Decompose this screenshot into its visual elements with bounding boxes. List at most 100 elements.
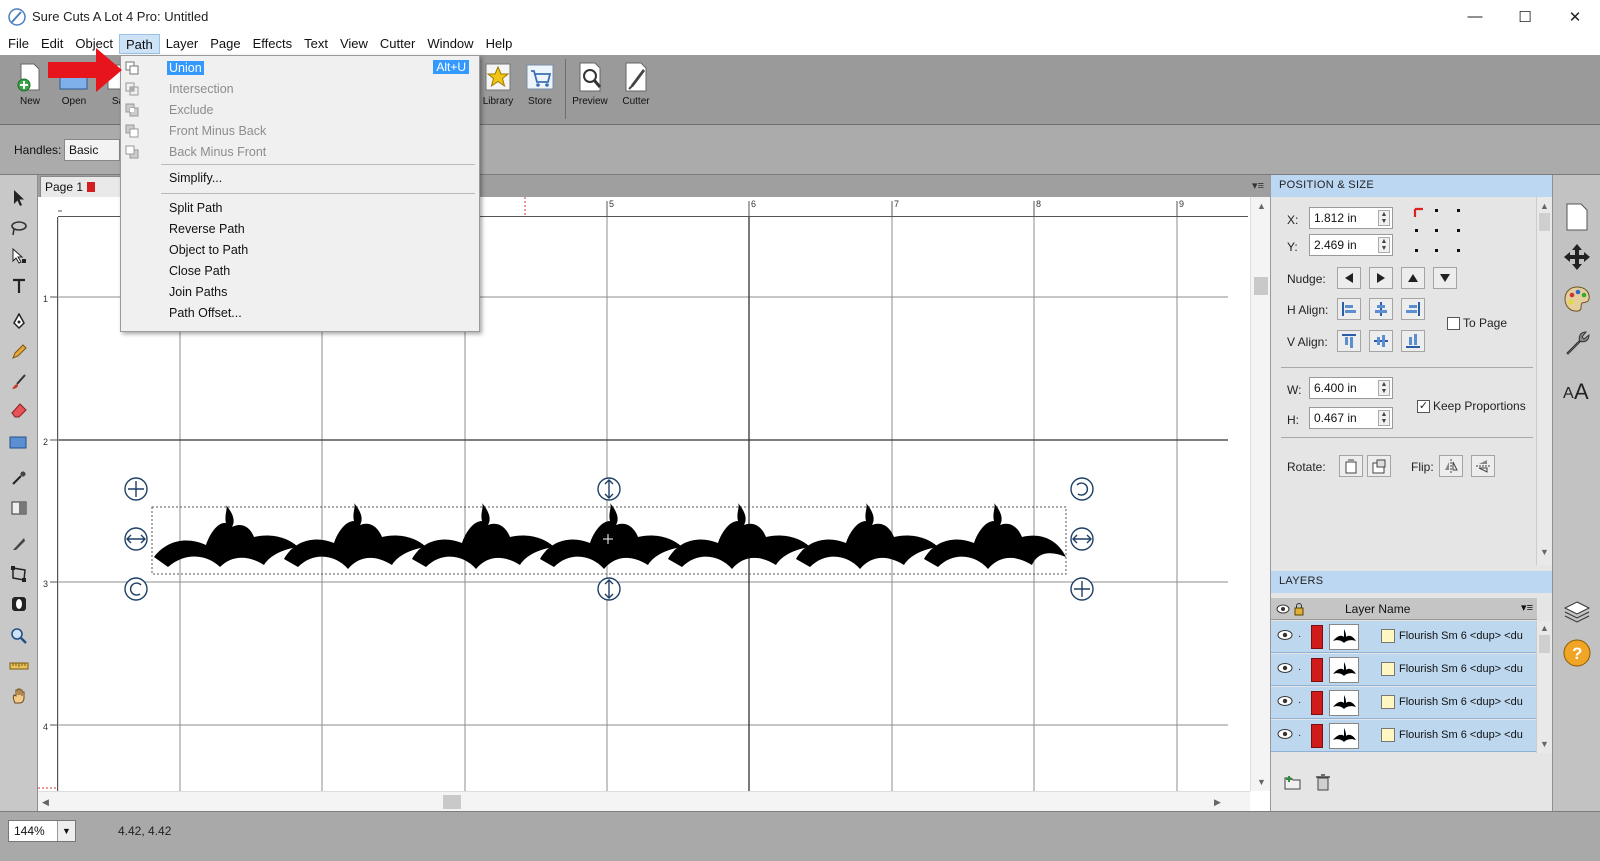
layer-color-swatch[interactable] [1311, 625, 1323, 649]
hand-pan-tool-icon[interactable] [6, 683, 32, 709]
scroll-right-icon[interactable]: ▶ [1214, 797, 1221, 808]
shape-tool-icon[interactable] [6, 429, 32, 455]
layer-lock-dot[interactable]: · [1298, 697, 1301, 708]
menu-window[interactable]: Window [421, 34, 479, 54]
menu-item-exclude[interactable]: Exclude [121, 100, 479, 121]
layer-row[interactable]: · Flourish Sm 6 <dup> <du [1271, 687, 1537, 719]
width-field[interactable]: 6.400 in ▲ ▼ [1309, 377, 1393, 399]
menu-item-union[interactable]: Union Alt+U [121, 58, 479, 79]
layer-lock-dot[interactable]: · [1298, 664, 1301, 675]
menu-item-join-paths[interactable]: Join Paths [121, 282, 479, 303]
add-layer-icon[interactable] [1283, 773, 1303, 791]
scroll-down-icon[interactable]: ▼ [1257, 777, 1266, 787]
minimize-button[interactable]: — [1450, 0, 1500, 33]
layers-scroll-thumb[interactable] [1539, 635, 1550, 653]
layer-lock-dot[interactable]: · [1298, 631, 1301, 642]
resize-right-handle-icon[interactable] [1070, 527, 1094, 551]
node-edit-tool-icon[interactable] [6, 243, 32, 269]
close-button[interactable]: ✕ [1550, 0, 1600, 33]
weld-tool-icon[interactable] [6, 591, 32, 617]
position-panel-scrollbar[interactable]: ▲ ▼ [1536, 197, 1552, 565]
position-move-panel-icon[interactable] [1561, 241, 1593, 273]
menu-view[interactable]: View [334, 34, 374, 54]
resize-bottom-handle-icon[interactable] [597, 577, 621, 601]
align-middle-v-icon[interactable] [1369, 330, 1393, 352]
text-panel-icon[interactable]: AA [1561, 373, 1593, 405]
menu-item-path-offset[interactable]: Path Offset... [121, 303, 479, 324]
layer-visibility-eye-icon[interactable] [1277, 728, 1293, 740]
layer-visibility-eye-icon[interactable] [1277, 662, 1293, 674]
menu-item-object-to-path[interactable]: Object to Path [121, 240, 479, 261]
path-tool-icon[interactable] [6, 561, 32, 587]
scale-corner-handle-icon[interactable] [1070, 577, 1094, 601]
ruler-tool-icon[interactable] [6, 653, 32, 679]
x-field[interactable]: 1.812 in ▲ ▼ [1309, 207, 1393, 229]
align-right-icon[interactable] [1401, 298, 1425, 320]
store-button[interactable]: Store [518, 61, 562, 119]
vertical-scroll-thumb[interactable] [1254, 277, 1268, 295]
nudge-right-icon[interactable] [1369, 267, 1393, 289]
panel-scroll-thumb[interactable] [1539, 213, 1550, 231]
delete-layer-trash-icon[interactable] [1315, 773, 1331, 791]
layer-row[interactable]: · Flourish Sm 6 <dup> <du [1271, 720, 1537, 752]
menu-item-front-minus-back[interactable]: Front Minus Back [121, 121, 479, 142]
layers-scroll-up-icon[interactable]: ▲ [1540, 623, 1549, 633]
tools-wrench-panel-icon[interactable] [1561, 327, 1593, 359]
rotate-top-right-handle-icon[interactable] [1070, 477, 1094, 501]
page-tab[interactable]: Page 1 [40, 176, 122, 197]
panel-menu-icon[interactable]: ▾≡ [1252, 179, 1264, 192]
document-panel-icon[interactable] [1561, 201, 1593, 233]
cutter-button[interactable]: Cutter [614, 61, 658, 119]
panel-scroll-down-icon[interactable]: ▼ [1540, 547, 1549, 557]
zoom-dropdown-chevron-icon[interactable]: ▼ [57, 821, 75, 841]
resize-left-handle-icon[interactable] [124, 527, 148, 551]
menu-item-simplify[interactable]: Simplify... [121, 168, 479, 189]
layers-menu-icon[interactable]: ▾≡ [1521, 601, 1533, 614]
layers-scroll-down-icon[interactable]: ▼ [1540, 739, 1549, 749]
flip-horizontal-icon[interactable] [1439, 455, 1463, 477]
x-stepper-icon[interactable]: ▲ ▼ [1378, 210, 1390, 226]
menu-item-close-path[interactable]: Close Path [121, 261, 479, 282]
canvas-horizontal-scrollbar[interactable]: ◀ ▶ [38, 791, 1250, 811]
menu-item-intersection[interactable]: Intersection [121, 79, 479, 100]
width-stepper-icon[interactable]: ▲ ▼ [1378, 380, 1390, 396]
lasso-tool-icon[interactable] [6, 215, 32, 241]
menu-item-back-minus-front[interactable]: Back Minus Front [121, 142, 479, 163]
canvas-vertical-scrollbar[interactable]: ▲ ▼ [1250, 197, 1270, 791]
horizontal-scroll-thumb[interactable] [443, 795, 461, 809]
pencil-tool-icon[interactable] [6, 339, 32, 365]
menu-page[interactable]: Page [204, 34, 246, 54]
layer-visibility-eye-icon[interactable] [1277, 695, 1293, 707]
help-icon[interactable]: ? [1561, 637, 1593, 669]
align-bottom-icon[interactable] [1401, 330, 1425, 352]
rotate-bottom-left-handle-icon[interactable] [124, 577, 148, 601]
layer-visibility-eye-icon[interactable] [1277, 629, 1293, 641]
layer-row[interactable]: · Flourish Sm 6 <dup> <du [1271, 621, 1537, 653]
layer-color-swatch[interactable] [1311, 724, 1323, 748]
height-field[interactable]: 0.467 in ▲ ▼ [1309, 407, 1393, 429]
library-button[interactable]: Library [476, 61, 520, 119]
maximize-button[interactable]: ☐ [1500, 0, 1550, 33]
pen-tool-icon[interactable] [6, 309, 32, 335]
layer-color-swatch[interactable] [1311, 691, 1323, 715]
flip-vertical-icon[interactable] [1471, 455, 1495, 477]
zoom-select[interactable]: 144% ▼ [8, 820, 76, 842]
to-page-box[interactable] [1447, 316, 1460, 330]
text-tool-icon[interactable] [6, 273, 32, 299]
brush-tool-icon[interactable] [6, 369, 32, 395]
align-top-icon[interactable] [1337, 330, 1361, 352]
nudge-down-icon[interactable] [1433, 267, 1457, 289]
color-palette-panel-icon[interactable] [1561, 283, 1593, 315]
layer-lock-dot[interactable]: · [1298, 730, 1301, 741]
knife-tool-icon[interactable] [6, 531, 32, 557]
menu-item-reverse-path[interactable]: Reverse Path [121, 219, 479, 240]
nudge-up-icon[interactable] [1401, 267, 1425, 289]
keep-proportions-checkbox[interactable]: ✓ Keep Proportions [1417, 399, 1526, 413]
layers-panel-icon[interactable] [1561, 595, 1593, 627]
reference-point-grid-icon[interactable] [1411, 205, 1467, 257]
preview-button[interactable]: Preview [568, 61, 612, 119]
align-center-h-icon[interactable] [1369, 298, 1393, 320]
eraser-tool-icon[interactable] [6, 397, 32, 423]
rotate-ccw-icon[interactable] [1339, 455, 1363, 477]
menu-item-split-path[interactable]: Split Path [121, 198, 479, 219]
